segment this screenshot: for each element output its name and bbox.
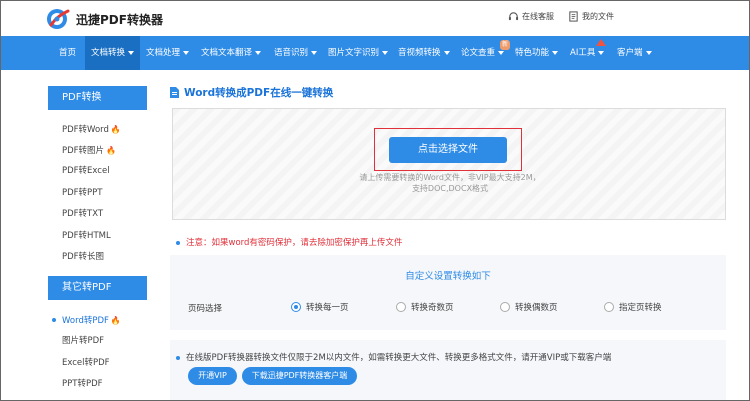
- nav-paper-check[interactable]: 论文查重: [461, 36, 505, 70]
- chevron-down-icon: [552, 50, 559, 55]
- fire-icon: 🔥: [110, 125, 121, 134]
- sidebar-item-pdf-to-excel[interactable]: PDF转Excel: [48, 161, 147, 182]
- top-header: 迅捷PDF转换器 在线客服 我的文件: [0, 0, 750, 36]
- bullet-icon: [176, 355, 180, 360]
- customer-service-link[interactable]: 在线客服: [508, 11, 554, 22]
- my-files-label: 我的文件: [582, 12, 614, 21]
- chevron-down-icon: [498, 50, 505, 55]
- radio-checked-icon: [291, 302, 301, 312]
- sidebar-item-excel-to-pdf[interactable]: Excel转PDF: [48, 353, 147, 374]
- sidebar-item-pdf-to-ppt[interactable]: PDF转PPT: [48, 183, 147, 204]
- bullet-icon: [176, 240, 180, 245]
- settings-title: 自定义设置转换如下: [405, 271, 491, 282]
- open-vip-button[interactable]: 开通VIP: [188, 367, 237, 385]
- upload-hint-line2: 支持DOC,DOCX格式: [411, 184, 489, 193]
- nav-av-convert[interactable]: 音视频转换: [398, 36, 450, 70]
- radio-convert-even-pages[interactable]: 转换偶数页: [500, 301, 558, 313]
- page-title: Word转换成PDF在线一键转换: [184, 87, 334, 99]
- nav-doc-convert[interactable]: 文档转换: [85, 36, 141, 70]
- radio-unchecked-icon: [500, 302, 510, 312]
- nav-client[interactable]: 客户端: [617, 36, 652, 70]
- password-notice: 注意：如果word有密码保护，请去除加密保护再上传文件: [176, 236, 402, 248]
- new-badge: 新: [500, 40, 510, 50]
- logo-text[interactable]: 迅捷PDF转换器: [76, 11, 163, 28]
- radio-convert-every-page[interactable]: 转换每一页: [291, 301, 349, 313]
- logo-icon[interactable]: [46, 8, 72, 30]
- download-client-button[interactable]: 下载迅捷PDF转换器客户端: [242, 367, 357, 385]
- radio-convert-odd-pages[interactable]: 转换奇数页: [396, 301, 454, 313]
- customer-service-label: 在线客服: [522, 12, 554, 21]
- fire-icon: 🔥: [106, 146, 117, 155]
- chevron-down-icon: [255, 50, 262, 55]
- nav-doc-process[interactable]: 文档处理: [146, 36, 190, 70]
- radio-convert-specified-pages[interactable]: 指定页转换: [604, 301, 662, 313]
- page-title-row: Word转换成PDF在线一键转换: [170, 85, 333, 100]
- nav-speech-recognition[interactable]: 语音识别: [274, 36, 318, 70]
- radio-unchecked-icon: [396, 302, 406, 312]
- sidebar-item-pdf-to-word[interactable]: PDF转Word 🔥: [48, 119, 147, 140]
- chevron-down-icon: [183, 50, 190, 55]
- sidebar-item-pdf-to-txt[interactable]: PDF转TXT: [48, 204, 147, 225]
- my-files-link[interactable]: 我的文件: [568, 11, 614, 22]
- hot-flag-icon: [596, 39, 606, 46]
- file-icon: [569, 11, 578, 22]
- sidebar-item-pdf-to-html[interactable]: PDF转HTML: [48, 226, 147, 247]
- chevron-down-icon: [311, 50, 318, 55]
- nav-featured[interactable]: 特色功能: [515, 36, 559, 70]
- headset-icon: [508, 12, 519, 21]
- main-nav: 首页 文档转换 文档处理 文档文本翻译 语音识别 图片文字识别 音视频转换 论文…: [0, 36, 750, 70]
- conversion-settings-panel: 自定义设置转换如下 页码选择 转换每一页 转换奇数页 转换偶数页 指定页转换: [170, 255, 726, 330]
- fire-icon: 🔥: [110, 316, 121, 325]
- sidebar-group-to-pdf-title: 其它转PDF: [48, 276, 147, 300]
- select-file-button[interactable]: 点击选择文件: [389, 137, 507, 163]
- sidebar-item-image-to-pdf[interactable]: 图片转PDF: [48, 331, 147, 352]
- sidebar-item-pdf-to-long-image[interactable]: PDF转长图: [48, 247, 147, 268]
- chevron-down-icon: [382, 50, 389, 55]
- sidebar-item-pdf-to-image[interactable]: PDF转图片 🔥: [48, 140, 147, 161]
- document-icon: [170, 87, 179, 98]
- chevron-down-icon: [645, 50, 652, 55]
- sidebar-item-ppt-to-pdf[interactable]: PPT转PDF: [48, 374, 147, 395]
- sidebar-group-pdf-convert-title: PDF转换: [48, 86, 147, 110]
- page-selection-label: 页码选择: [188, 304, 223, 314]
- size-limit-info: 在线版PDF转换器转换文件仅限于2M以内文件，如需转换更大文件、转换更多格式文件…: [176, 351, 611, 363]
- nav-doc-translate[interactable]: 文档文本翻译: [201, 36, 262, 70]
- sidebar-item-word-to-pdf[interactable]: Word转PDF 🔥: [48, 310, 147, 331]
- chevron-down-icon: [598, 50, 605, 55]
- chevron-down-icon: [443, 50, 450, 55]
- radio-unchecked-icon: [604, 302, 614, 312]
- nav-home[interactable]: 首页: [50, 36, 85, 70]
- upload-hint-line1: 请上传需要转换的Word文件，非VIP最大支持2M，: [359, 173, 541, 182]
- nav-image-ocr[interactable]: 图片文字识别: [328, 36, 389, 70]
- chevron-down-icon: [128, 50, 135, 55]
